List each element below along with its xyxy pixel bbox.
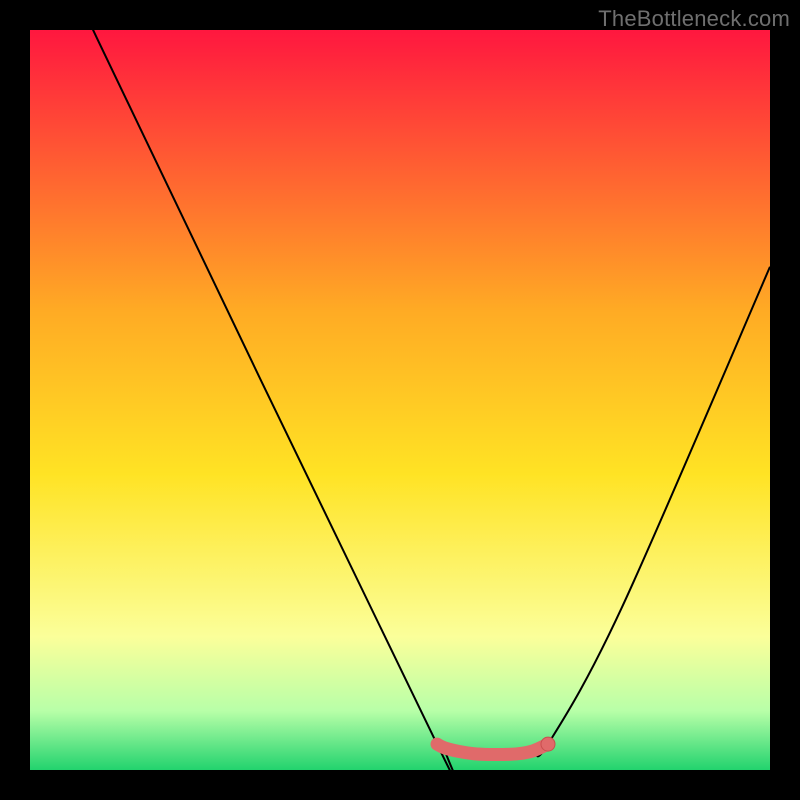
plot-area (30, 30, 770, 770)
chart-svg (30, 30, 770, 770)
chart-frame: TheBottleneck.com (0, 0, 800, 800)
end-marker-dot (541, 737, 555, 751)
gradient-background (30, 30, 770, 770)
watermark-label: TheBottleneck.com (598, 6, 790, 32)
